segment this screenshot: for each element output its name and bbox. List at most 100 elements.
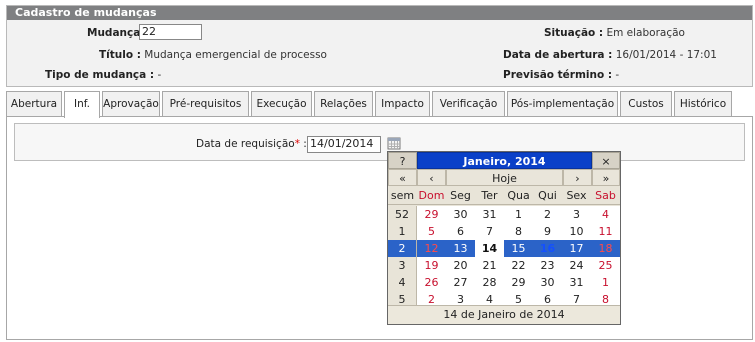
tab-relacoes[interactable]: Relações: [314, 91, 373, 116]
required-mark: *: [294, 138, 300, 150]
calendar-title: Janeiro, 2014: [417, 152, 592, 169]
calendar-day[interactable]: 12: [417, 240, 446, 257]
tab-inf[interactable]: Inf.: [64, 91, 100, 118]
calendar-day[interactable]: 22: [504, 257, 533, 274]
week-header: sem: [390, 189, 415, 202]
date-row: Data de requisição* :: [196, 138, 307, 150]
calendar-day[interactable]: 15: [504, 240, 533, 257]
date-label: Data de requisição: [196, 138, 295, 150]
calendar-day[interactable]: 30: [533, 274, 562, 291]
prev-month-button[interactable]: ‹: [417, 169, 446, 186]
tab-execucao[interactable]: Execução: [251, 91, 312, 116]
next-month-button[interactable]: ›: [563, 169, 592, 186]
calendar-day[interactable]: 23: [533, 257, 562, 274]
calendar-day[interactable]: 13: [446, 240, 475, 257]
calendar-day[interactable]: 20: [446, 257, 475, 274]
week-number: 52: [388, 206, 417, 223]
calendar-day[interactable]: 3: [562, 206, 591, 223]
tab-pos-implementacao[interactable]: Pós-implementação: [507, 91, 618, 116]
calendar-title-row: ? Janeiro, 2014 ×: [388, 152, 620, 169]
calendar-day[interactable]: 24: [562, 257, 591, 274]
calendar-day[interactable]: 18: [591, 240, 620, 257]
tipo-label: Tipo de mudança :: [45, 69, 155, 81]
calendar-day[interactable]: 25: [591, 257, 620, 274]
dow-label: Sab: [595, 189, 616, 202]
calendar-day[interactable]: 17: [562, 240, 591, 257]
week-number: 1: [388, 223, 417, 240]
calendar-week-row: 4 26 27 28 29 30 31 1: [388, 274, 620, 291]
calendar-day[interactable]: 31: [562, 274, 591, 291]
previsao-value: -: [615, 69, 620, 81]
calendar-day[interactable]: 31: [475, 206, 504, 223]
previsao-row: Previsão término : -: [503, 69, 619, 81]
calendar-day[interactable]: 14: [475, 240, 504, 257]
mudanca-field[interactable]: 22: [139, 24, 202, 40]
calendar-day[interactable]: 7: [475, 223, 504, 240]
calendar-day[interactable]: 16: [533, 240, 562, 257]
calendar-day[interactable]: 8: [504, 223, 533, 240]
calendar-day[interactable]: 21: [475, 257, 504, 274]
calendar-day[interactable]: 6: [446, 223, 475, 240]
tab-bar: Abertura Inf. Aprovação Pré-requisitos E…: [6, 91, 746, 118]
panel-title: Cadastro de mudanças: [7, 6, 752, 20]
calendar-popup: ? Janeiro, 2014 × « ‹ Hoje › » sem Dom S…: [387, 151, 621, 325]
calendar-day[interactable]: 28: [475, 274, 504, 291]
tipo-value: -: [157, 69, 162, 81]
tipo-row: Tipo de mudança : -: [45, 69, 161, 81]
calendar-week-row: 2 12 13 14 15 16 17 18: [388, 240, 620, 257]
calendar-day[interactable]: 19: [417, 257, 446, 274]
tab-impacto[interactable]: Impacto: [375, 91, 430, 116]
date-input[interactable]: 14/01/2014: [307, 136, 381, 153]
titulo-row: Título : Mudança emergencial de processo: [99, 49, 327, 61]
calendar-help-button[interactable]: ?: [388, 152, 417, 169]
calendar-day[interactable]: 27: [446, 274, 475, 291]
tab-abertura[interactable]: Abertura: [6, 91, 62, 116]
calendar-day[interactable]: 5: [417, 223, 446, 240]
tab-aprovacao[interactable]: Aprovação: [102, 91, 160, 116]
calendar-week-row: 52 29 30 31 1 2 3 4: [388, 206, 620, 223]
calendar-dow-row: sem Dom Seg Ter Qua Qui Sex Sab: [388, 187, 620, 205]
abertura-row: Data de abertura : 16/01/2014 - 17:01: [503, 49, 717, 61]
tab-custos[interactable]: Custos: [620, 91, 672, 116]
situacao-value: Em elaboração: [606, 27, 685, 39]
calendar-day[interactable]: 11: [591, 223, 620, 240]
calendar-day[interactable]: 4: [591, 206, 620, 223]
week-number: 4: [388, 274, 417, 291]
calendar-day[interactable]: 29: [417, 206, 446, 223]
tab-pre-requisitos[interactable]: Pré-requisitos: [162, 91, 249, 116]
week-number: 3: [388, 257, 417, 274]
titulo-label: Título :: [99, 49, 141, 61]
situacao-row: Situação : Em elaboração: [544, 27, 685, 39]
dow-label: Qua: [507, 189, 530, 202]
tab-verificacao[interactable]: Verificação: [432, 91, 505, 116]
calendar-day[interactable]: 10: [562, 223, 591, 240]
dow-label: Seg: [450, 189, 471, 202]
next-year-button[interactable]: »: [592, 169, 620, 186]
calendar-week-row: 3 19 20 21 22 23 24 25: [388, 257, 620, 274]
week-number: 2: [388, 240, 417, 257]
calendar-week-row: 1 5 6 7 8 9 10 11: [388, 223, 620, 240]
calendar-day[interactable]: 2: [533, 206, 562, 223]
calendar-close-button[interactable]: ×: [592, 152, 620, 169]
dow-label: Sex: [566, 189, 587, 202]
today-button[interactable]: Hoje: [446, 169, 563, 186]
dow-label: Dom: [418, 189, 445, 202]
abertura-value: 16/01/2014 - 17:01: [615, 49, 717, 61]
dow-label: Ter: [481, 189, 498, 202]
calendar-day[interactable]: 30: [446, 206, 475, 223]
calendar-day[interactable]: 29: [504, 274, 533, 291]
abertura-label: Data de abertura :: [503, 49, 613, 61]
calendar-day[interactable]: 1: [504, 206, 533, 223]
calendar-day[interactable]: 1: [591, 274, 620, 291]
tab-historico[interactable]: Histórico: [674, 91, 732, 116]
calendar-day[interactable]: 26: [417, 274, 446, 291]
calendar-day[interactable]: 9: [533, 223, 562, 240]
calendar-nav-row: « ‹ Hoje › »: [388, 169, 620, 186]
calendar-icon[interactable]: [387, 136, 401, 150]
dow-label: Qui: [538, 189, 557, 202]
calendar-status: 14 de Janeiro de 2014: [388, 305, 620, 324]
situacao-label: Situação :: [544, 27, 604, 39]
prev-year-button[interactable]: «: [388, 169, 417, 186]
titulo-value: Mudança emergencial de processo: [144, 49, 327, 61]
previsao-label: Previsão término :: [503, 69, 613, 81]
